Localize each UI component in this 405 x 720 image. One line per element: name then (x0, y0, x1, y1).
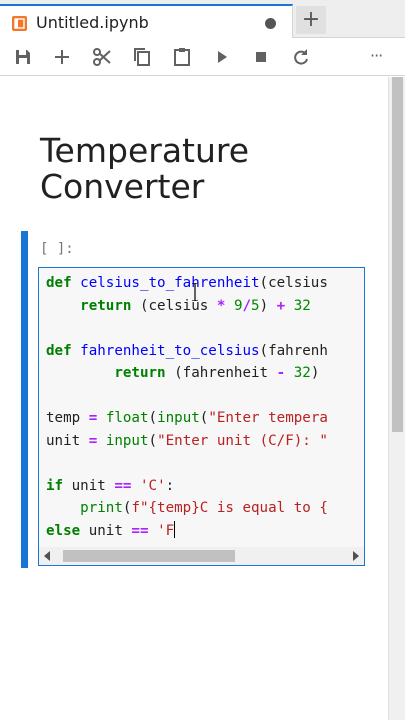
code-line[interactable] (46, 385, 328, 408)
code-line[interactable]: return (celsius * 9/5) + 32 (46, 295, 328, 318)
scroll-left-icon[interactable] (44, 551, 50, 561)
active-cell-indicator[interactable] (21, 231, 28, 568)
heading-line-2: Converter (40, 167, 205, 206)
notebook-toolbar: ··· (0, 38, 405, 76)
cell-prompt: [ ]: (40, 241, 74, 257)
code-line[interactable]: temp = float(input("Enter tempera (46, 407, 328, 430)
code-line[interactable]: def fahrenheit_to_celsius(fahrenh (46, 340, 328, 363)
code-line[interactable]: return (fahrenheit - 32) (46, 362, 328, 385)
paste-icon[interactable] (170, 45, 194, 69)
text-cursor-icon (192, 283, 198, 301)
editor-scrollbar-thumb[interactable] (63, 550, 235, 562)
notebook-scrollbar[interactable] (388, 77, 405, 720)
code-editor[interactable]: def celsius_to_fahrenheit(celsius return… (38, 267, 365, 566)
code-line[interactable] (46, 452, 328, 475)
code-text[interactable]: def celsius_to_fahrenheit(celsius return… (46, 272, 328, 542)
jupyterlab-window: Untitled.ipynb + ··· Temperature Convert… (0, 0, 405, 720)
scroll-right-icon[interactable] (353, 551, 359, 561)
dirty-dot-icon[interactable] (265, 18, 276, 29)
tab-bar: Untitled.ipynb + (0, 0, 405, 38)
notebook-icon (12, 16, 27, 31)
more-icon[interactable]: ··· (370, 46, 400, 70)
heading-line-1: Temperature (40, 131, 250, 170)
new-tab-button[interactable]: + (296, 6, 326, 34)
restart-icon[interactable] (289, 45, 313, 69)
stop-icon[interactable] (249, 45, 273, 69)
code-line[interactable]: print(f"{temp}C is equal to { (46, 497, 328, 520)
notebook-tab[interactable]: Untitled.ipynb (0, 4, 293, 38)
code-line[interactable] (46, 317, 328, 340)
code-line[interactable]: unit = input("Enter unit (C/F): " (46, 430, 328, 453)
caret (174, 520, 176, 538)
save-icon[interactable] (11, 45, 35, 69)
add-cell-icon[interactable] (50, 45, 74, 69)
notebook-scrollbar-thumb[interactable] (392, 77, 403, 432)
tab-title: Untitled.ipynb (36, 13, 149, 32)
code-line[interactable]: if unit == 'C': (46, 475, 328, 498)
copy-icon[interactable] (130, 45, 154, 69)
run-icon[interactable] (210, 45, 234, 69)
editor-horizontal-scrollbar[interactable] (39, 547, 364, 565)
cut-icon[interactable] (90, 45, 114, 69)
code-line[interactable]: def celsius_to_fahrenheit(celsius (46, 272, 328, 295)
code-line[interactable]: else unit == 'F (46, 520, 328, 543)
markdown-heading: Temperature Converter (40, 133, 380, 205)
